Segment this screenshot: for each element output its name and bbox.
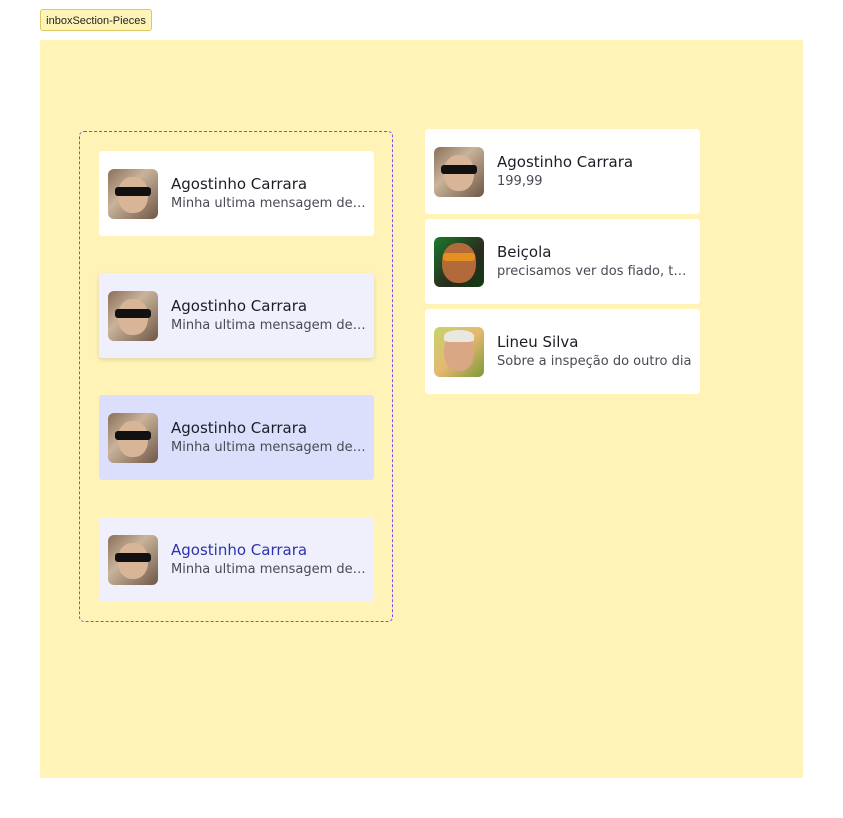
last-message: Minha ultima mensagem des... bbox=[171, 196, 366, 211]
last-message: Sobre a inspeção do outro dia bbox=[497, 354, 692, 369]
conversation-item-default[interactable]: Agostinho Carrara Minha ultima mensagem … bbox=[99, 151, 374, 236]
contact-name: Lineu Silva bbox=[497, 333, 579, 351]
contact-name: Agostinho Carrara bbox=[171, 541, 308, 559]
agostinho-avatar bbox=[108, 290, 158, 341]
conversation-item-lineu[interactable]: Lineu Silva Sobre a inspeção do outro di… bbox=[425, 309, 700, 394]
contact-name: Agostinho Carrara bbox=[171, 297, 308, 315]
conversation-item-selected[interactable]: Agostinho Carrara Minha ultima mensagem … bbox=[99, 517, 374, 602]
contact-name: Beiçola bbox=[497, 243, 552, 261]
last-message: Minha ultima mensagem des... bbox=[171, 318, 366, 333]
agostinho-avatar bbox=[108, 534, 158, 585]
last-message: Minha ultima mensagem des... bbox=[171, 440, 366, 455]
last-message: 199,99 bbox=[497, 174, 543, 189]
contact-name: Agostinho Carrara bbox=[171, 419, 308, 437]
agostinho-avatar bbox=[434, 146, 484, 197]
canvas: Agostinho Carrara Minha ultima mensagem … bbox=[40, 40, 803, 778]
conversation-item-hover[interactable]: Agostinho Carrara Minha ultima mensagem … bbox=[99, 273, 374, 358]
last-message: precisamos ver dos fiado, te... bbox=[497, 264, 692, 279]
conversation-item-beicola[interactable]: Beiçola precisamos ver dos fiado, te... bbox=[425, 219, 700, 304]
contact-name: Agostinho Carrara bbox=[171, 175, 308, 193]
frame-label: inboxSection-Pieces bbox=[40, 9, 152, 31]
conversation-item-active[interactable]: Agostinho Carrara Minha ultima mensagem … bbox=[99, 395, 374, 480]
beicola-avatar bbox=[434, 236, 484, 287]
last-message: Minha ultima mensagem des... bbox=[171, 562, 366, 577]
agostinho-avatar bbox=[108, 412, 158, 463]
conversation-item-agostinho[interactable]: Agostinho Carrara 199,99 bbox=[425, 129, 700, 214]
agostinho-avatar bbox=[108, 168, 158, 219]
lineu-avatar bbox=[434, 326, 484, 377]
contact-name: Agostinho Carrara bbox=[497, 153, 634, 171]
